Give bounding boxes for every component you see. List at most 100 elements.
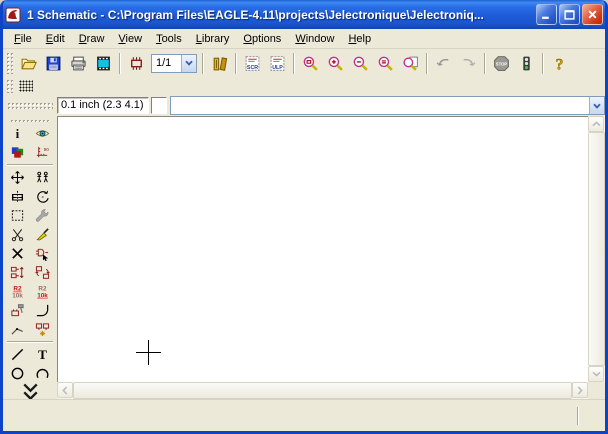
- grid-button[interactable]: [16, 78, 36, 94]
- menu-options[interactable]: Options: [236, 31, 288, 47]
- toolbar-traffic-light-button[interactable]: [515, 52, 538, 75]
- tool-cut-button[interactable]: [5, 225, 30, 244]
- tool-mark-button[interactable]: 90: [30, 143, 55, 162]
- toolbar-cam-button[interactable]: [92, 52, 115, 75]
- value-icon: R210k: [35, 284, 50, 299]
- toolbar-separator: [293, 53, 295, 74]
- menu-draw[interactable]: Draw: [72, 31, 112, 47]
- schematic-canvas[interactable]: [57, 116, 588, 382]
- tool-miter-button[interactable]: [30, 301, 55, 320]
- toolbar-print-button[interactable]: [67, 52, 90, 75]
- toolbar-redo-button[interactable]: [457, 52, 480, 75]
- menu-help[interactable]: Help: [341, 31, 378, 47]
- toolbar-zoom-out-button[interactable]: [349, 52, 372, 75]
- close-button[interactable]: [582, 4, 603, 25]
- save-floppy-icon: [45, 55, 62, 72]
- menu-file[interactable]: File: [7, 31, 39, 47]
- menu-view[interactable]: View: [111, 31, 149, 47]
- toolbar-board-button[interactable]: [125, 52, 148, 75]
- toolbar-stop-button[interactable]: STOP: [490, 52, 513, 75]
- maximize-button[interactable]: [559, 4, 580, 25]
- resize-grip[interactable]: [600, 426, 602, 428]
- svg-text:T: T: [38, 347, 47, 362]
- tool-text-button[interactable]: T: [30, 345, 55, 364]
- vertical-scroll-track[interactable]: [588, 132, 605, 366]
- toolbar-script-button[interactable]: SCR: [241, 52, 264, 75]
- tool-smash-button[interactable]: [5, 301, 30, 320]
- svg-text:i: i: [16, 126, 20, 141]
- script-icon: SCR: [244, 55, 261, 72]
- menu-edit[interactable]: Edit: [39, 31, 72, 47]
- menu-window[interactable]: Window: [288, 31, 341, 47]
- tool-copy-button[interactable]: [30, 168, 55, 187]
- svg-text:E: E: [11, 192, 17, 202]
- scrollbar-corner: [588, 382, 605, 399]
- more-tools-button[interactable]: [18, 384, 43, 399]
- tool-show-button[interactable]: [30, 124, 55, 143]
- stop-icon: STOP: [493, 55, 510, 72]
- tool-change-button[interactable]: [30, 206, 55, 225]
- command-combo[interactable]: [170, 96, 605, 115]
- sheet-selector[interactable]: 1/1: [151, 54, 197, 73]
- tool-gateswap-button[interactable]: [30, 263, 55, 282]
- tool-value-button[interactable]: R210k: [30, 282, 55, 301]
- tool-group-button[interactable]: [5, 206, 30, 225]
- tool-split-button[interactable]: [5, 320, 30, 339]
- tool-delete-button[interactable]: [5, 244, 30, 263]
- tool-name-button[interactable]: R210k: [5, 282, 30, 301]
- palette-separator: [7, 341, 53, 343]
- toolbar-library-button[interactable]: [208, 52, 231, 75]
- toolbar-zoom-select-button[interactable]: [374, 52, 397, 75]
- name-icon: R210k: [10, 284, 25, 299]
- command-input[interactable]: [171, 97, 589, 114]
- info-icon: i: [10, 126, 25, 141]
- horizontal-scroll-track[interactable]: [73, 382, 572, 399]
- horizontal-scrollbar[interactable]: [57, 382, 588, 399]
- command-bar-handle[interactable]: [7, 102, 53, 109]
- toolbar-zoom-fit-button[interactable]: [299, 52, 322, 75]
- toolbar-help-button[interactable]: ?: [548, 52, 571, 75]
- toolbar-handle[interactable]: [6, 79, 13, 93]
- chevron-down-icon: [593, 103, 601, 109]
- toolbar-handle[interactable]: [6, 52, 13, 74]
- tool-rotate-button[interactable]: [30, 187, 55, 206]
- toolbar-ulp-button[interactable]: ULP: [266, 52, 289, 75]
- chevron-down-icon: [592, 371, 601, 377]
- tool-palette: i 90 EE R210k R210k T: [3, 116, 57, 399]
- vertical-scroll-thumb[interactable]: [588, 132, 605, 366]
- tool-pinswap-button[interactable]: [5, 263, 30, 282]
- tool-mirror-button[interactable]: EE: [5, 187, 30, 206]
- vertical-scrollbar[interactable]: [588, 116, 605, 382]
- menu-tools[interactable]: Tools: [149, 31, 189, 47]
- tool-info-button[interactable]: i: [5, 124, 30, 143]
- command-dropdown-button[interactable]: [589, 97, 604, 114]
- svg-text:R2: R2: [38, 286, 47, 293]
- tool-invoke-button[interactable]: [30, 320, 55, 339]
- minimize-button[interactable]: [536, 4, 557, 25]
- title-bar[interactable]: 1 Schematic - C:\Program Files\EAGLE-4.1…: [0, 0, 608, 29]
- tool-wire-button[interactable]: [5, 345, 30, 364]
- main-toolbar: 1/1 SCR ULP STOP?: [3, 49, 605, 77]
- scroll-left-button[interactable]: [57, 382, 73, 398]
- mark-icon: 90: [35, 145, 50, 160]
- redo-icon: [460, 55, 477, 72]
- tool-display-button[interactable]: [5, 143, 30, 162]
- toolbar-undo-button[interactable]: [432, 52, 455, 75]
- toolbar-zoom-in-button[interactable]: [324, 52, 347, 75]
- ulp-icon: ULP: [269, 55, 286, 72]
- toolbar-open-button[interactable]: [17, 52, 40, 75]
- toolbar-save-button[interactable]: [42, 52, 65, 75]
- horizontal-scroll-thumb[interactable]: [73, 382, 572, 399]
- scroll-up-button[interactable]: [588, 116, 604, 132]
- tool-move-button[interactable]: [5, 168, 30, 187]
- tool-add-button[interactable]: [30, 244, 55, 263]
- library-icon: [211, 55, 228, 72]
- menu-library[interactable]: Library: [189, 31, 237, 47]
- toolbar-zoom-redraw-button[interactable]: [399, 52, 422, 75]
- scroll-right-button[interactable]: [572, 382, 588, 398]
- sheet-dropdown-button[interactable]: [181, 55, 196, 72]
- tool-paste-button[interactable]: [30, 225, 55, 244]
- zoom-select-icon: [377, 55, 394, 72]
- scroll-down-button[interactable]: [588, 366, 604, 382]
- palette-handle[interactable]: [10, 119, 50, 122]
